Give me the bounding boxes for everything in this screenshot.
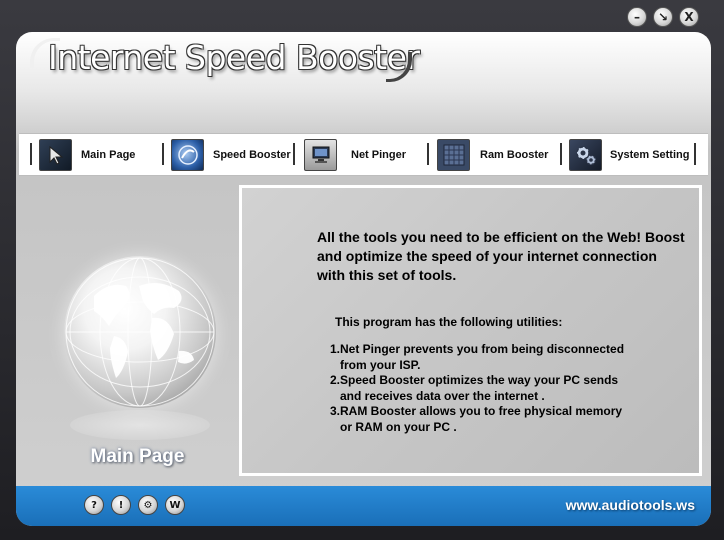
left-panel-caption: Main Page: [90, 446, 185, 467]
list-item: 2.Speed Booster optimizes the way your P…: [330, 373, 690, 404]
toolbar-item-main-page[interactable]: Main Page: [39, 139, 135, 171]
toolbar-label-system-setting: System Setting: [610, 149, 690, 161]
utilities-title: This program has the following utilities…: [335, 315, 563, 329]
utility-line: 2.Speed Booster optimizes the way your P…: [330, 373, 619, 387]
utility-line: 3.RAM Booster allows you to free physica…: [330, 404, 623, 418]
toolbar-separator: [694, 143, 696, 165]
toolbar-separator: [30, 143, 32, 165]
utility-line-cont: or RAM on your PC .: [340, 419, 457, 434]
toolbar-item-net-pinger[interactable]: Net Pinger: [304, 139, 406, 171]
settings-icon[interactable]: ⚙: [138, 495, 158, 515]
web-icon[interactable]: W: [165, 495, 185, 515]
toolbar-item-ram-booster[interactable]: Ram Booster: [437, 139, 548, 171]
toolbar: Main Page Speed Booster Net Pinger Ram B…: [19, 133, 708, 176]
utility-line: 1.Net Pinger prevents you from being dis…: [330, 342, 625, 356]
info-icon[interactable]: !: [111, 495, 131, 515]
toolbar-separator: [427, 143, 429, 165]
toolbar-label-ram-booster: Ram Booster: [480, 149, 549, 161]
close-button[interactable]: X: [679, 7, 699, 27]
toolbar-item-speed-booster[interactable]: Speed Booster: [171, 139, 291, 171]
list-item: 1.Net Pinger prevents you from being dis…: [330, 342, 690, 373]
toolbar-item-system-setting[interactable]: System Setting: [569, 139, 689, 171]
globe-reflection: [70, 410, 210, 440]
list-item: 3.RAM Booster allows you to free physica…: [330, 404, 690, 435]
content-box: All the tools you need to be efficient o…: [239, 185, 702, 476]
ram-booster-chip-icon: [437, 139, 470, 171]
restore-button[interactable]: ↘: [653, 7, 673, 27]
toolbar-label-net-pinger: Net Pinger: [351, 149, 407, 161]
globe-icon: [64, 256, 216, 408]
net-pinger-monitor-icon: [304, 139, 337, 171]
footer-bar: ? ! ⚙ W www.audiotools.ws: [16, 486, 711, 526]
toolbar-label-main-page: Main Page: [81, 149, 136, 161]
toolbar-separator: [560, 143, 562, 165]
app-title: Internet Speed Booster: [48, 38, 420, 77]
minimize-button[interactable]: –: [627, 7, 647, 27]
toolbar-separator: [293, 143, 295, 165]
speed-booster-icon: [171, 139, 204, 171]
toolbar-separator: [162, 143, 164, 165]
app-window: – ↘ X Internet Speed Booster Main Page S…: [0, 0, 724, 540]
headline-text: All the tools you need to be efficient o…: [317, 229, 685, 283]
main-page-cursor-icon: [39, 139, 72, 171]
system-setting-gears-icon: [569, 139, 602, 171]
toolbar-label-speed-booster: Speed Booster: [213, 149, 291, 161]
help-icon[interactable]: ?: [84, 495, 104, 515]
website-link[interactable]: www.audiotools.ws: [566, 497, 695, 513]
utility-line-cont: and receives data over the internet .: [340, 388, 545, 403]
utilities-list: 1.Net Pinger prevents you from being dis…: [330, 342, 690, 435]
utility-line-cont: from your ISP.: [340, 357, 421, 372]
